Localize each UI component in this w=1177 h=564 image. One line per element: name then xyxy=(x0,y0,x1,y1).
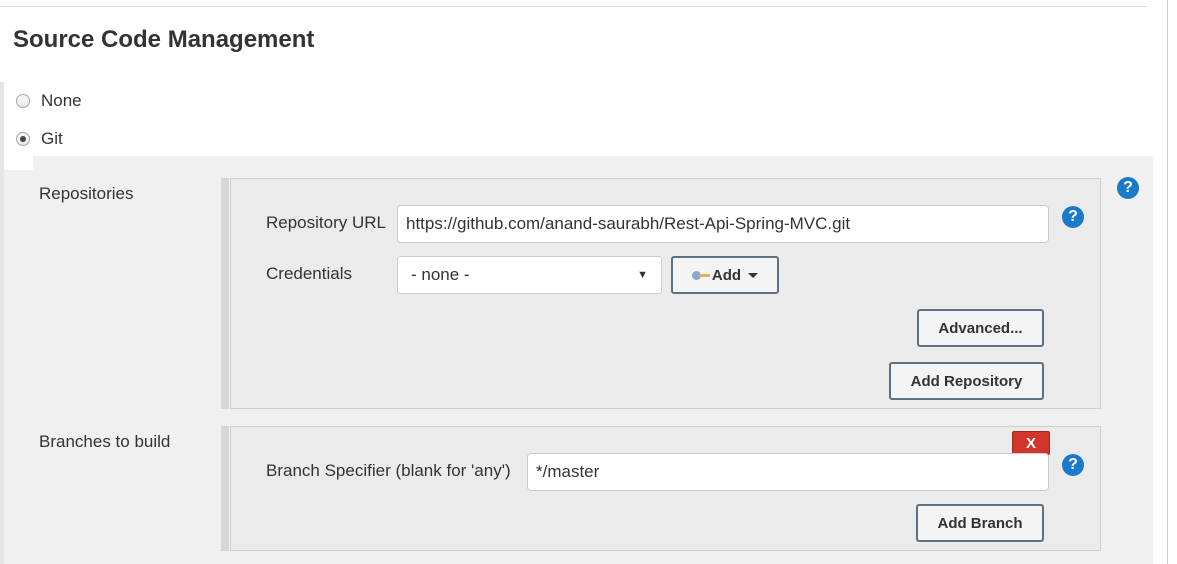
key-icon xyxy=(691,270,710,280)
branch-specifier-input[interactable]: */master xyxy=(527,453,1049,491)
branch-specifier-label: Branch Specifier (blank for 'any') xyxy=(266,461,511,480)
branches-label: Branches to build xyxy=(39,432,171,451)
add-credentials-label: Add xyxy=(711,266,742,284)
top-divider xyxy=(0,6,1147,7)
repository-url-help-icon[interactable]: ? xyxy=(1062,206,1084,228)
repository-url-label: Repository URL xyxy=(266,213,386,232)
credentials-label: Credentials xyxy=(266,264,352,283)
add-repository-button[interactable]: Add Repository xyxy=(889,362,1044,400)
advanced-button[interactable]: Advanced... xyxy=(917,309,1044,347)
scm-none-radio[interactable] xyxy=(16,94,30,108)
section-title: Source Code Management xyxy=(13,26,315,53)
dropdown-arrow-icon: ▼ xyxy=(637,269,648,281)
scm-option-git[interactable]: Git xyxy=(16,129,63,149)
add-credentials-button[interactable]: Add xyxy=(671,256,779,294)
git-panel-notch xyxy=(4,156,33,170)
git-help-icon[interactable]: ? xyxy=(1117,177,1139,199)
credentials-selected-value: - none - xyxy=(411,265,470,284)
add-branch-button[interactable]: Add Branch xyxy=(916,504,1044,542)
delete-branch-button[interactable]: X xyxy=(1012,431,1050,455)
scm-none-label[interactable]: None xyxy=(41,91,82,111)
branches-group-bar xyxy=(221,426,229,551)
branch-specifier-help-icon[interactable]: ? xyxy=(1062,454,1084,476)
chevron-down-icon xyxy=(748,272,759,278)
scm-option-none[interactable]: None xyxy=(16,91,82,111)
repositories-group-bar xyxy=(221,178,229,409)
right-divider xyxy=(1167,0,1168,564)
scm-git-label[interactable]: Git xyxy=(41,129,63,149)
credentials-select[interactable]: - none - ▼ xyxy=(397,256,662,294)
repositories-label: Repositories xyxy=(39,184,134,203)
repository-url-input[interactable]: https://github.com/anand-saurabh/Rest-Ap… xyxy=(397,205,1049,243)
scm-git-radio[interactable] xyxy=(16,132,30,146)
